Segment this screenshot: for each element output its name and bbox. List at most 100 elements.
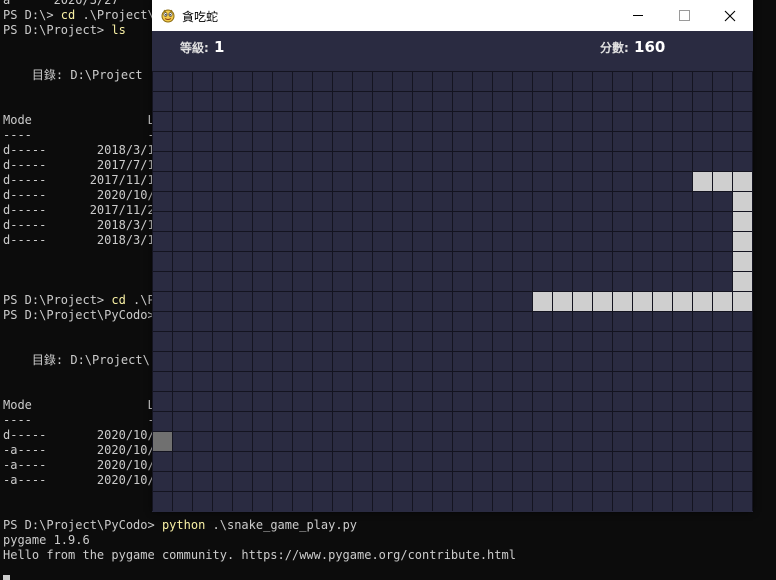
terminal-line-text: d----- 2018/3/13 <box>3 233 162 247</box>
terminal-line: PS D:\Project\PyCodo> <box>3 308 155 323</box>
board-cell <box>173 112 192 131</box>
board-cell <box>553 272 572 291</box>
board-cell <box>553 492 572 511</box>
board-cell <box>373 332 392 351</box>
board-cell <box>453 272 472 291</box>
board-cell <box>153 212 172 231</box>
board-cell <box>193 92 212 111</box>
board-cell <box>233 92 252 111</box>
board-cell <box>573 312 592 331</box>
board-cell <box>553 112 572 131</box>
board-cell <box>233 172 252 191</box>
board-cell <box>593 92 612 111</box>
board-cell <box>393 452 412 471</box>
board-cell <box>213 432 232 451</box>
board-cell <box>193 192 212 211</box>
board-cell <box>493 152 512 171</box>
board-cell <box>473 332 492 351</box>
terminal-line: 目錄: D:\Project\ <box>3 353 150 368</box>
board-cell <box>193 332 212 351</box>
board-cell <box>553 332 572 351</box>
board-cell <box>473 112 492 131</box>
board-cell <box>613 212 632 231</box>
board-cell <box>253 72 272 91</box>
terminal-line: d----- 2018/3/13 <box>3 218 162 233</box>
board-cell <box>333 172 352 191</box>
board-cell <box>513 492 532 511</box>
board-cell <box>673 92 692 111</box>
board-cell <box>213 152 232 171</box>
board-cell <box>173 212 192 231</box>
board-cell <box>253 312 272 331</box>
board-cell <box>573 412 592 431</box>
level-label: 等級: <box>180 41 209 55</box>
board-cell <box>173 152 192 171</box>
terminal-line-text: d----- 2018/3/13 <box>3 143 162 157</box>
board-cell <box>733 332 752 351</box>
board-cell <box>633 172 652 191</box>
maximize-button[interactable] <box>661 0 707 31</box>
board-cell <box>493 112 512 131</box>
board-cell <box>433 152 452 171</box>
board-cell <box>693 352 712 371</box>
board-cell <box>713 272 732 291</box>
board-cell <box>653 192 672 211</box>
board-cell <box>473 132 492 151</box>
board-cell <box>293 472 312 491</box>
board-cell <box>313 392 332 411</box>
board-cell <box>273 132 292 151</box>
close-button[interactable] <box>707 0 753 31</box>
board-cell <box>333 152 352 171</box>
board-cell <box>693 132 712 151</box>
board-cell <box>513 352 532 371</box>
board-cell <box>213 192 232 211</box>
board-cell <box>613 332 632 351</box>
board-cell <box>253 272 272 291</box>
board-cell <box>493 212 512 231</box>
board-cell <box>333 192 352 211</box>
board-cell <box>633 332 652 351</box>
snake-game-window[interactable]: 貪吃蛇 等級: 1 分數: 160 <box>152 0 753 512</box>
board-cell <box>593 152 612 171</box>
board-cell <box>473 492 492 511</box>
terminal-argument: .\Project\ <box>75 8 155 22</box>
board-cell <box>293 172 312 191</box>
board-cell <box>493 352 512 371</box>
board-cell <box>313 292 332 311</box>
board-cell <box>613 452 632 471</box>
score-value: 160 <box>634 38 666 56</box>
board-cell <box>413 272 432 291</box>
window-titlebar[interactable]: 貪吃蛇 <box>152 0 753 31</box>
board-cell <box>613 352 632 371</box>
board-cell <box>653 492 672 511</box>
board-cell <box>553 392 572 411</box>
board-cell <box>533 352 552 371</box>
board-cell <box>573 272 592 291</box>
board-cell <box>673 312 692 331</box>
board-cell <box>393 412 412 431</box>
board-cell <box>153 92 172 111</box>
board-cell <box>253 432 272 451</box>
terminal-line: d----- 2018/3/13 <box>3 143 162 158</box>
board-cell <box>373 372 392 391</box>
board-cell <box>693 312 712 331</box>
board-cell <box>153 412 172 431</box>
board-cell <box>593 472 612 491</box>
terminal-line: Mode L <box>3 398 155 413</box>
minimize-button[interactable] <box>615 0 661 31</box>
game-board[interactable] <box>152 71 753 511</box>
board-cell <box>393 492 412 511</box>
board-cell <box>293 132 312 151</box>
board-cell <box>153 312 172 331</box>
board-cell <box>633 112 652 131</box>
board-cell <box>573 492 592 511</box>
board-cell <box>473 312 492 331</box>
board-cell <box>533 192 552 211</box>
board-cell <box>273 112 292 131</box>
board-cell <box>173 452 192 471</box>
board-cell <box>653 432 672 451</box>
board-cell <box>213 312 232 331</box>
board-cell <box>533 132 552 151</box>
board-cell <box>453 492 472 511</box>
board-cell <box>153 192 172 211</box>
